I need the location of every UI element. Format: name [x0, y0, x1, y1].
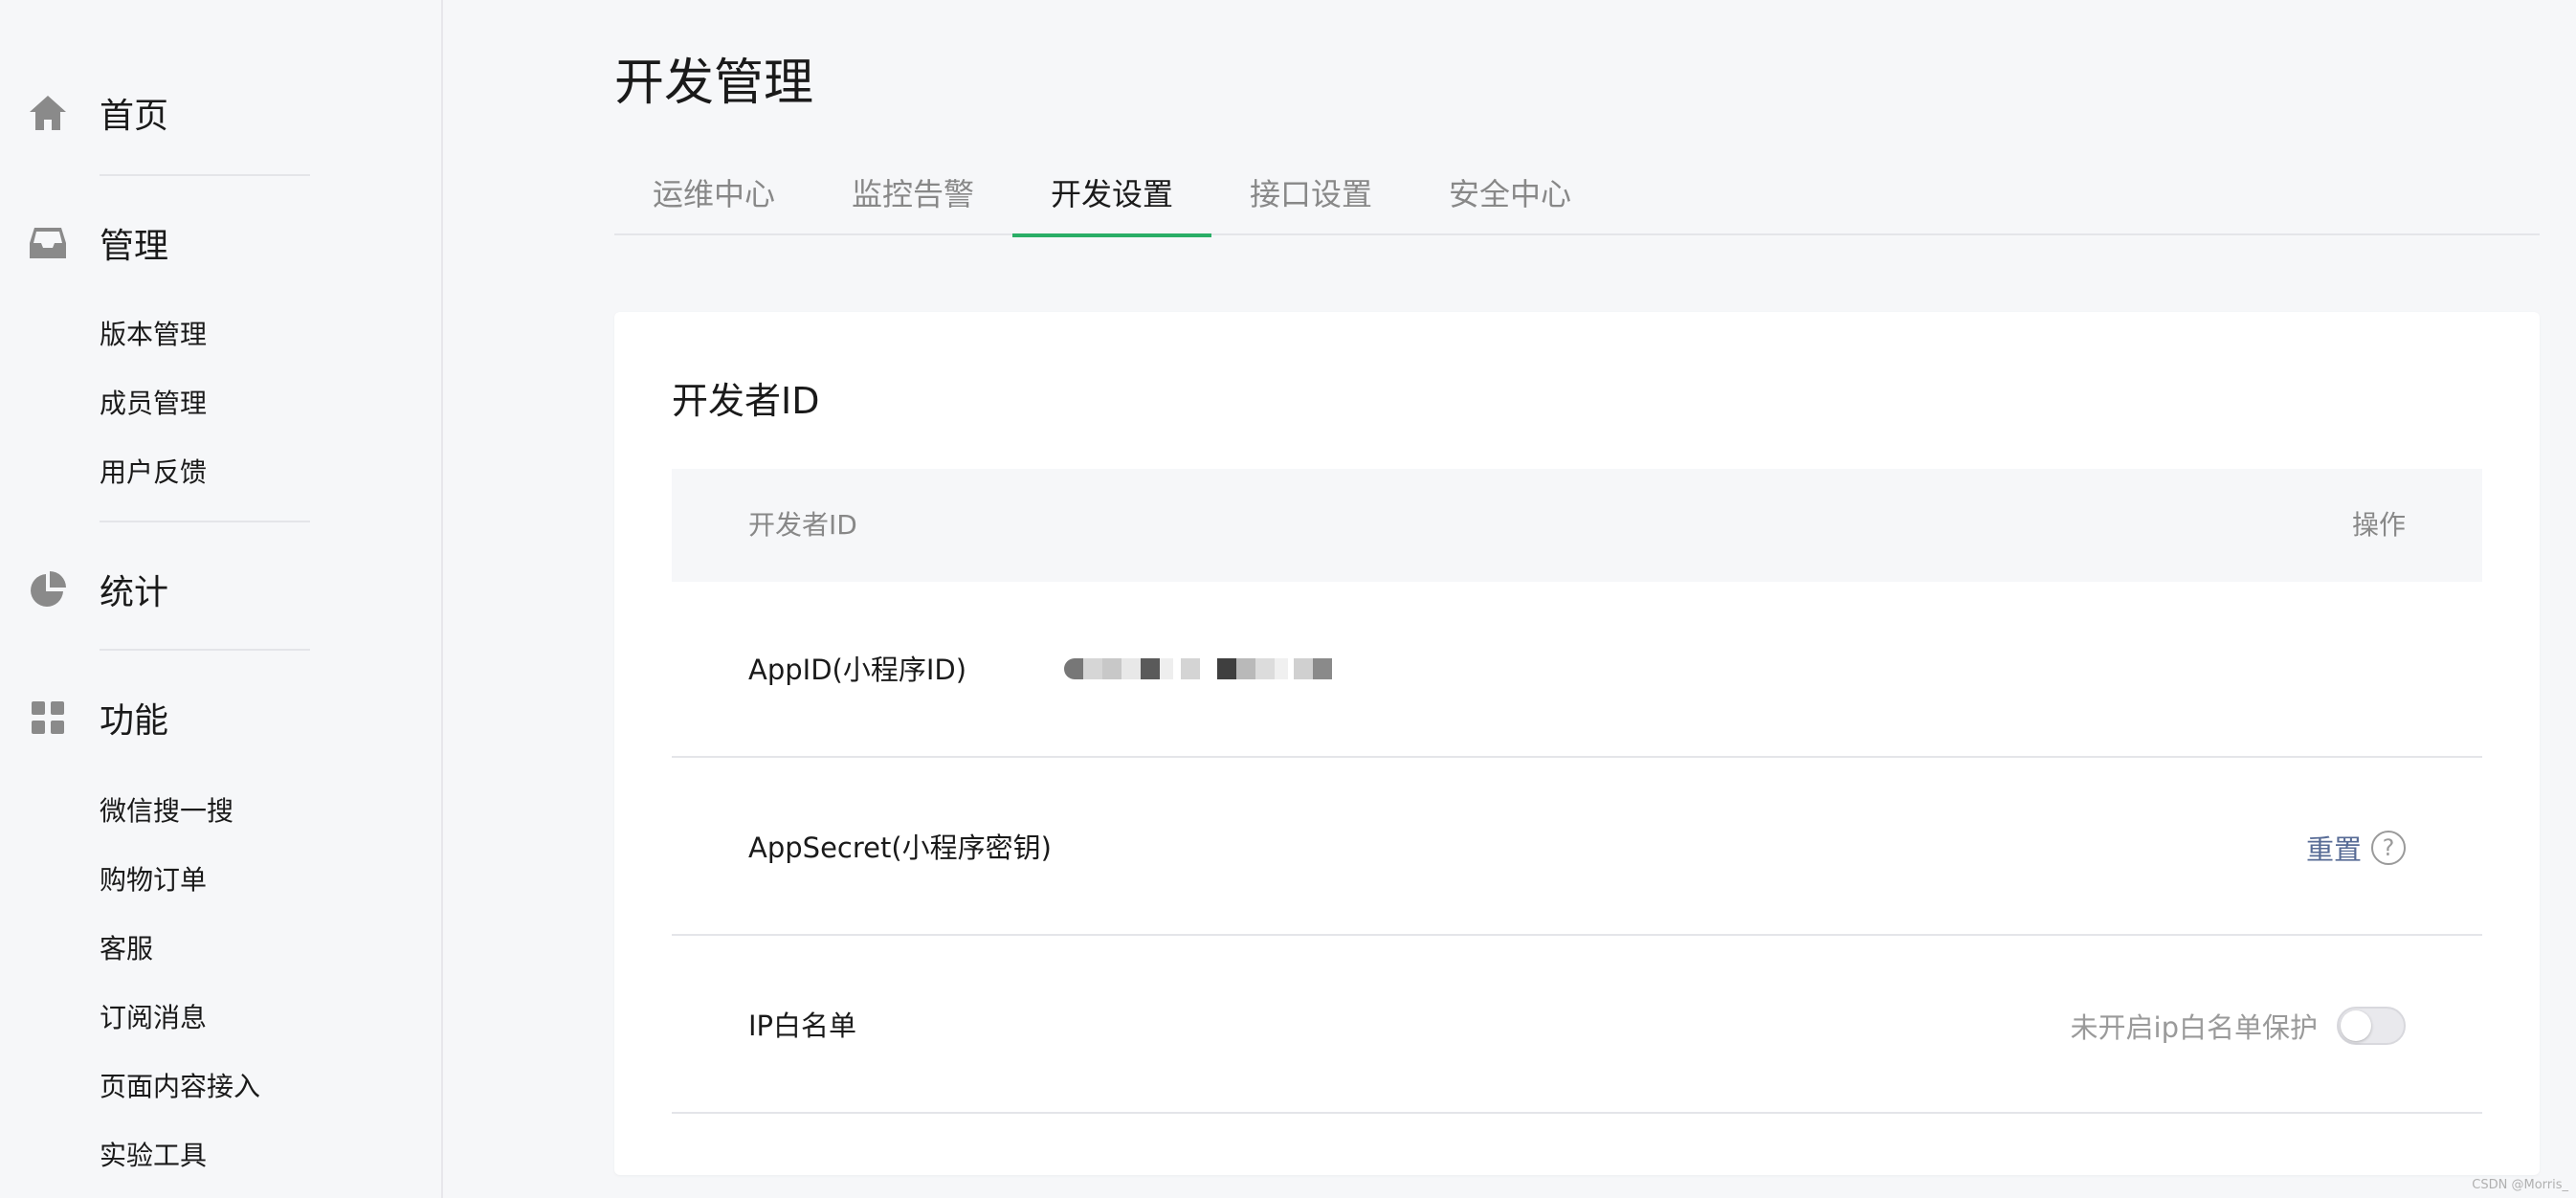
tab-ops[interactable]: 运维中心 — [614, 161, 813, 235]
help-icon[interactable]: ? — [2371, 831, 2406, 865]
sidebar-divider — [100, 174, 310, 176]
sidebar-item-experiment[interactable]: 实验工具 — [100, 1137, 207, 1175]
tab-bar: 运维中心 监控告警 开发设置 接口设置 安全中心 — [614, 161, 2540, 235]
sidebar-item-search[interactable]: 微信搜一搜 — [100, 792, 233, 831]
column-header-action: 操作 — [2352, 469, 2406, 582]
tab-security[interactable]: 安全中心 — [1410, 161, 1610, 235]
pie-chart-icon — [27, 568, 69, 610]
sidebar-item-customer-service[interactable]: 客服 — [100, 930, 153, 968]
tab-dev-settings[interactable]: 开发设置 — [1012, 161, 1211, 235]
sidebar-item-version[interactable]: 版本管理 — [100, 316, 207, 354]
grid-icon — [27, 697, 69, 739]
appid-value-masked — [1064, 658, 1334, 679]
sidebar: 首页 管理 版本管理 成员管理 用户反馈 统计 — [0, 0, 443, 1198]
sidebar-item-page-content[interactable]: 页面内容接入 — [100, 1068, 260, 1106]
inbox-icon — [27, 222, 69, 264]
ip-whitelist-actions: 未开启ip白名单保护 — [2071, 938, 2406, 1114]
toggle-knob — [2341, 1010, 2371, 1041]
ip-whitelist-status: 未开启ip白名单保护 — [2071, 1006, 2318, 1046]
ip-whitelist-label: IP白名单 — [748, 938, 856, 1114]
reset-secret-link[interactable]: 重置 — [2306, 828, 2362, 868]
sidebar-item-stats[interactable]: 统计 — [0, 551, 443, 628]
table-row-appsecret: AppSecret(小程序密钥) 重置 ? — [672, 760, 2482, 936]
page-title: 开发管理 — [614, 50, 813, 117]
table-header: 开发者ID 操作 — [672, 469, 2482, 582]
developer-id-card: 开发者ID 开发者ID 操作 AppID(小程序ID) — [614, 312, 2540, 1175]
table-row-appid: AppID(小程序ID) — [672, 582, 2482, 758]
sidebar-item-feedback[interactable]: 用户反馈 — [100, 454, 207, 492]
sidebar-item-members[interactable]: 成员管理 — [100, 385, 207, 423]
sidebar-item-stats-label: 统计 — [100, 565, 168, 614]
appsecret-actions: 重置 ? — [2306, 760, 2406, 936]
sidebar-item-features-label: 功能 — [100, 693, 168, 743]
tab-monitoring[interactable]: 监控告警 — [813, 161, 1012, 235]
home-icon — [27, 92, 69, 134]
ip-whitelist-toggle[interactable] — [2337, 1007, 2406, 1045]
sidebar-item-home[interactable]: 首页 — [0, 75, 443, 151]
sidebar-item-home-label: 首页 — [100, 88, 168, 138]
card-title: 开发者ID — [672, 375, 819, 427]
sidebar-item-manage[interactable]: 管理 — [0, 205, 443, 281]
sidebar-divider — [100, 521, 310, 522]
table-row-ip-whitelist: IP白名单 未开启ip白名单保护 — [672, 938, 2482, 1114]
sidebar-divider — [100, 649, 310, 651]
appid-label: AppID(小程序ID) — [748, 582, 966, 758]
sidebar-item-orders[interactable]: 购物订单 — [100, 861, 207, 899]
column-header-id: 开发者ID — [748, 469, 857, 582]
sidebar-item-manage-label: 管理 — [100, 218, 168, 268]
watermark: CSDN @Morris_ — [2472, 1178, 2568, 1192]
sidebar-item-subscribe[interactable]: 订阅消息 — [100, 999, 207, 1037]
tab-api-settings[interactable]: 接口设置 — [1211, 161, 1410, 235]
page: 首页 管理 版本管理 成员管理 用户反馈 统计 — [0, 0, 2576, 1198]
sidebar-item-features[interactable]: 功能 — [0, 679, 443, 756]
appsecret-label: AppSecret(小程序密钥) — [748, 760, 1052, 936]
